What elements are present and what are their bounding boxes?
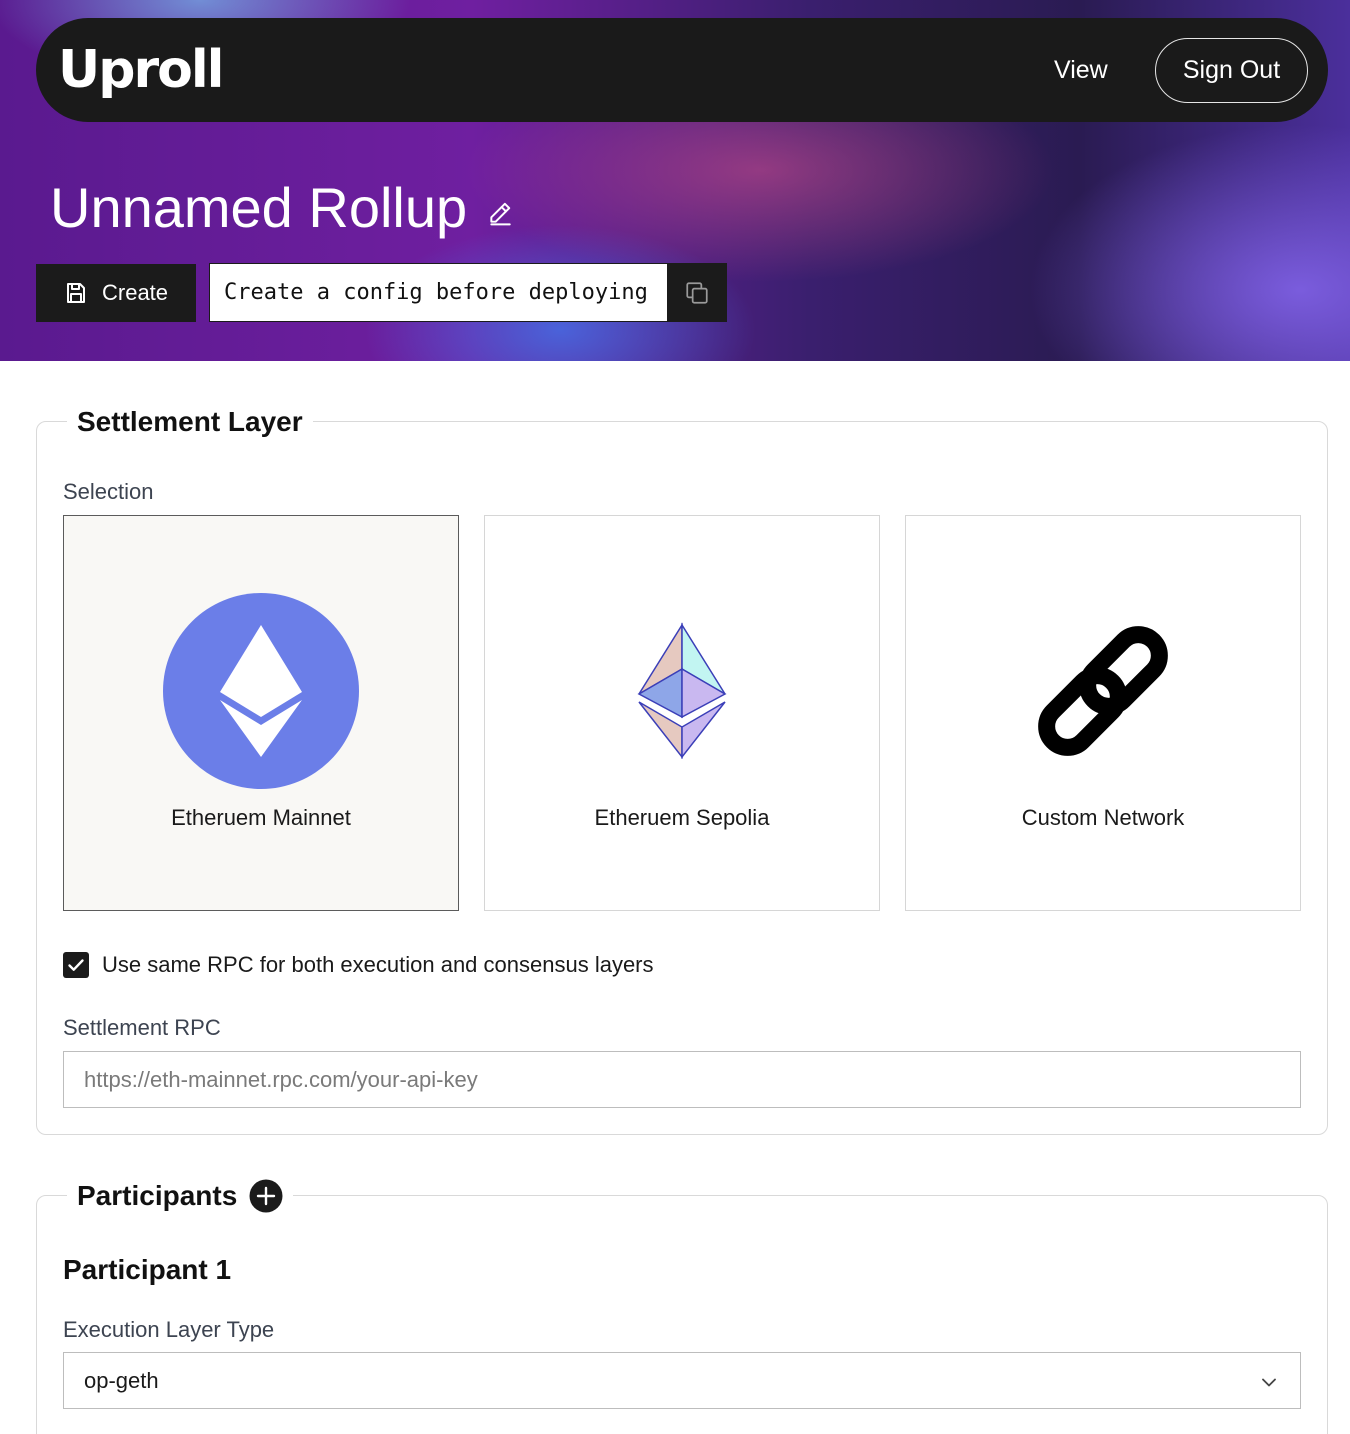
participants-heading: Participants xyxy=(67,1178,294,1214)
same-rpc-label[interactable]: Use same RPC for both execution and cons… xyxy=(102,950,654,980)
execution-layer-type-select[interactable]: op-geth xyxy=(63,1352,1301,1409)
app-logo[interactable]: Uproll xyxy=(58,40,224,100)
ethereum-mainnet-icon xyxy=(162,592,360,790)
settlement-heading-text: Settlement Layer xyxy=(77,406,303,437)
title-row: Unnamed Rollup xyxy=(50,170,513,246)
network-card-label: Etheruem Mainnet xyxy=(171,805,351,830)
selection-label: Selection xyxy=(63,479,154,504)
participants-section: Participants Participant 1 Execution Lay… xyxy=(36,1178,1328,1434)
network-card-label: Custom Network xyxy=(1021,805,1185,830)
hero-banner: Uproll View Sign Out Unnamed Rollup Crea… xyxy=(0,0,1350,361)
create-button-label: Create xyxy=(102,280,169,305)
link-icon xyxy=(1004,592,1202,790)
network-card-ethereum-mainnet[interactable]: Etheruem Mainnet xyxy=(63,515,459,911)
settlement-rpc-input[interactable]: https://eth-mainnet.rpc.com/your-api-key xyxy=(63,1051,1301,1108)
chevron-down-icon xyxy=(1262,1378,1276,1387)
execution-layer-type-label: Execution Layer Type xyxy=(63,1317,275,1342)
copy-icon xyxy=(686,281,708,304)
top-navbar: Uproll View Sign Out xyxy=(36,18,1328,122)
network-card-ethereum-sepolia[interactable]: Etheruem Sepolia xyxy=(484,515,880,911)
config-status-field: Create a config before deploying xyxy=(209,263,668,322)
same-rpc-checkbox[interactable] xyxy=(63,952,89,978)
sign-out-button[interactable]: Sign Out xyxy=(1155,38,1308,103)
save-icon xyxy=(67,283,85,303)
settlement-rpc-placeholder: https://eth-mainnet.rpc.com/your-api-key xyxy=(84,1066,478,1092)
settlement-layer-heading: Settlement Layer xyxy=(67,404,313,440)
copy-button[interactable] xyxy=(667,263,727,322)
execution-layer-type-value: op-geth xyxy=(84,1367,159,1393)
participants-heading-text: Participants xyxy=(77,1180,238,1211)
ethereum-sepolia-icon xyxy=(583,592,781,790)
network-card-custom-network[interactable]: Custom Network xyxy=(905,515,1301,911)
create-button[interactable]: Create xyxy=(36,264,196,322)
view-link[interactable]: View xyxy=(1054,54,1108,86)
settlement-layer-section: Settlement Layer Selection Etheruem Main… xyxy=(36,404,1328,1135)
checkmark-icon xyxy=(68,959,84,971)
page-title: Unnamed Rollup xyxy=(50,176,468,239)
add-participant-icon[interactable] xyxy=(249,1179,283,1213)
pencil-edit-icon[interactable] xyxy=(487,200,513,226)
settlement-rpc-label: Settlement RPC xyxy=(63,1015,221,1040)
participant-1-title: Participant 1 xyxy=(63,1254,232,1285)
network-card-label: Etheruem Sepolia xyxy=(594,805,770,830)
